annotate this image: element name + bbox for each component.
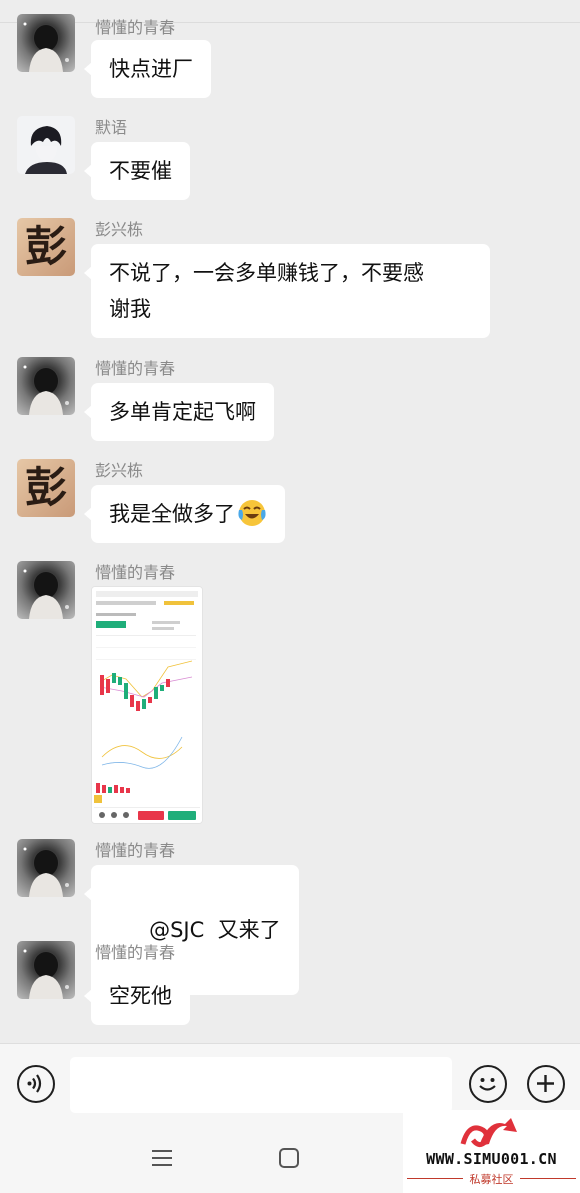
message-text-input[interactable]: [70, 1057, 452, 1113]
sender-name: 懵懂的青春: [95, 18, 176, 37]
top-app-bar: [0, 0, 580, 23]
message-bubble[interactable]: 不说了，一会多单赚钱了，不要感 谢我: [84, 244, 490, 338]
message-text: 我是全做多了: [109, 502, 235, 526]
message-text: 不要催: [109, 159, 172, 183]
avatar[interactable]: [17, 941, 75, 999]
message-text-line: 谢我: [109, 297, 151, 321]
emoji-icon[interactable]: [469, 1065, 507, 1103]
message-text: 多单肯定起飞啊: [109, 400, 256, 424]
site-watermark: WWW.SIMU001.CN 私募社区: [403, 1110, 580, 1193]
message-bubble[interactable]: 快点进厂: [84, 40, 211, 98]
message-text: @SJC 又来了: [149, 918, 281, 942]
watermark-subtitle: 私募社区: [469, 1173, 514, 1186]
avatar[interactable]: 彭: [17, 218, 75, 276]
watermark-logo-icon: [459, 1112, 523, 1154]
avatar-calligraphy: 彭: [24, 222, 67, 271]
avatar[interactable]: [17, 561, 75, 619]
home-square-icon[interactable]: [278, 1147, 300, 1173]
sender-name: 懵懂的青春: [95, 841, 176, 860]
voice-icon[interactable]: [17, 1065, 55, 1103]
avatar[interactable]: [17, 839, 75, 897]
sender-name: 默语: [95, 118, 128, 137]
sender-name: 彭兴栋: [95, 220, 144, 239]
sender-name: 懵懂的青春: [95, 563, 176, 582]
sender-name: 懵懂的青春: [95, 943, 176, 962]
sender-name: 彭兴栋: [95, 461, 144, 480]
avatar[interactable]: 彭: [17, 459, 75, 517]
message-text: 快点进厂: [109, 57, 193, 81]
message-bubble[interactable]: 空死他: [84, 967, 190, 1025]
sender-name: 懵懂的青春: [95, 359, 176, 378]
watermark-url: WWW.SIMU001.CN: [426, 1150, 557, 1168]
image-message-trading-screenshot[interactable]: [91, 586, 203, 824]
message-text: 空死他: [109, 984, 172, 1008]
message-bubble[interactable]: 我是全做多了: [84, 485, 285, 543]
avatar[interactable]: [17, 14, 75, 72]
message-bubble[interactable]: 不要催: [84, 142, 190, 200]
avatar[interactable]: [17, 116, 75, 174]
plus-icon[interactable]: [527, 1065, 565, 1103]
message-text-line: 不说了，一会多单赚钱了，不要感: [109, 261, 424, 285]
menu-icon[interactable]: [151, 1147, 173, 1173]
message-bubble[interactable]: 多单肯定起飞啊: [84, 383, 274, 441]
avatar-calligraphy: 彭: [24, 463, 67, 512]
laughing-crying-emoji-icon: [237, 498, 267, 528]
avatar[interactable]: [17, 357, 75, 415]
